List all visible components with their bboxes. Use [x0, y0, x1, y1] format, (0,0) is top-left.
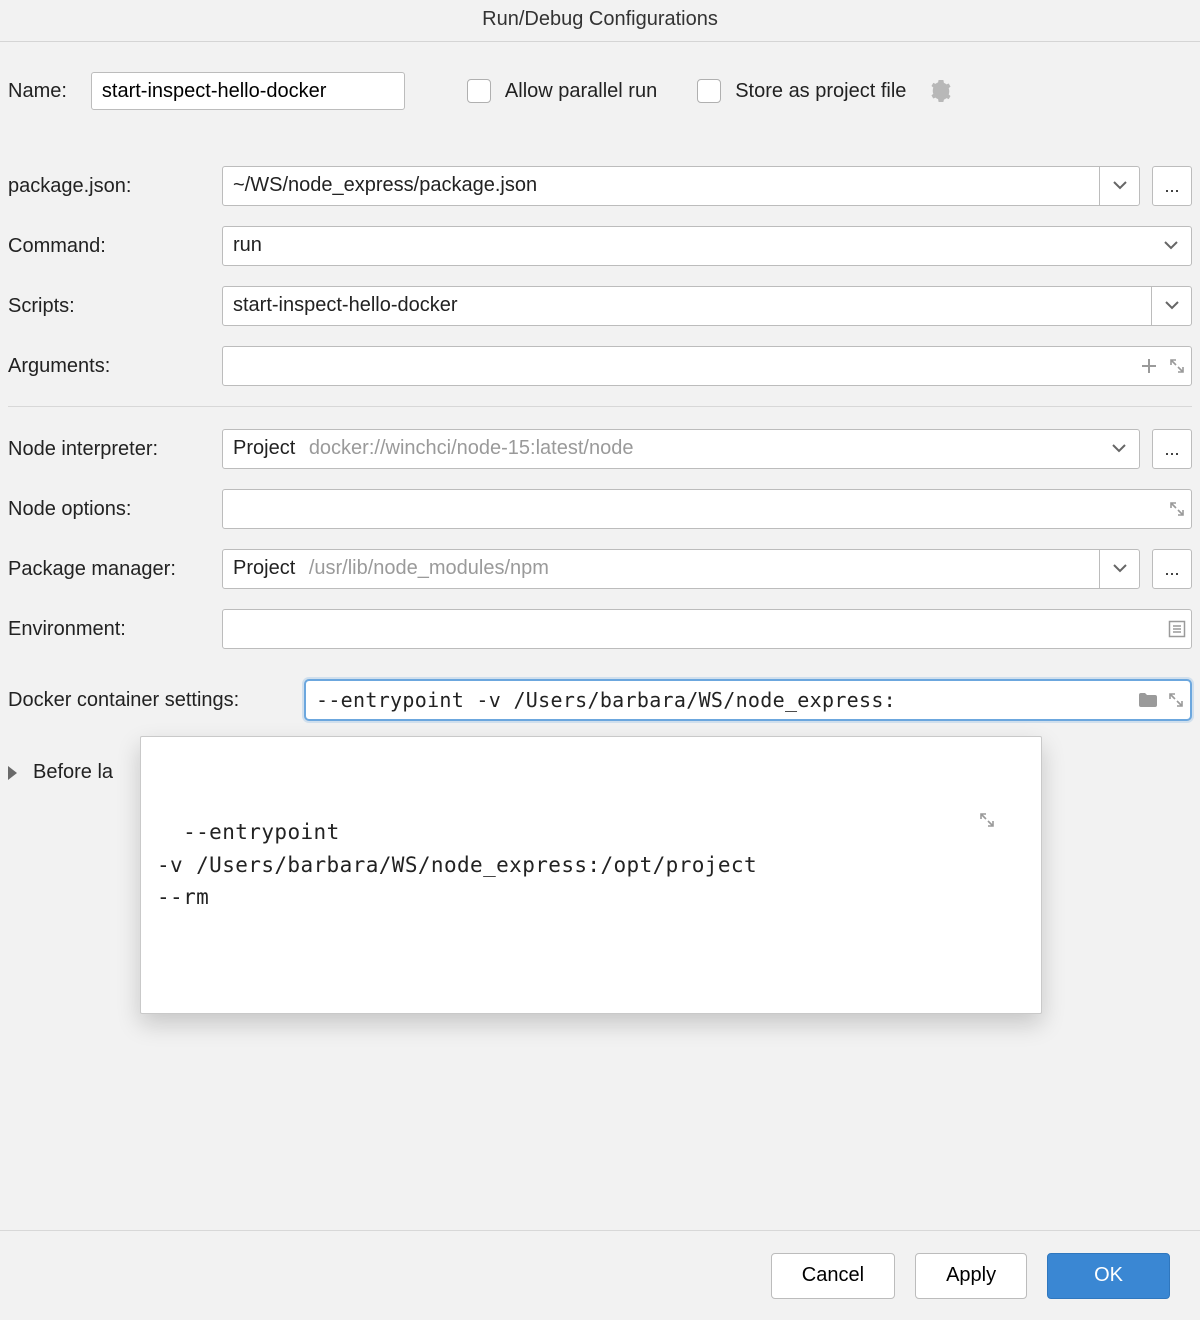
package-json-label: package.json:	[8, 175, 222, 198]
node-interpreter-browse-button[interactable]: ...	[1152, 429, 1192, 469]
package-json-value: ~/WS/node_express/package.json	[223, 167, 1099, 205]
package-manager-label: Package manager:	[8, 558, 222, 581]
chevron-down-icon[interactable]	[1099, 430, 1139, 468]
name-row: Name: Allow parallel run Store as projec…	[8, 72, 1192, 110]
allow-parallel-checkbox[interactable]	[467, 79, 491, 103]
environment-value	[223, 610, 1163, 648]
arguments-value	[223, 347, 1135, 385]
environment-label: Environment:	[8, 618, 222, 641]
before-launch-label: Before la	[33, 761, 113, 784]
expand-icon[interactable]	[1163, 347, 1191, 385]
docker-settings-label: Docker container settings:	[8, 689, 304, 712]
list-icon[interactable]	[1163, 610, 1191, 648]
chevron-down-icon[interactable]	[1151, 227, 1191, 265]
node-interpreter-value: docker://winchci/node-15:latest/node	[309, 437, 634, 459]
expand-icon[interactable]	[1162, 692, 1190, 708]
node-interpreter-prefix: Project	[233, 437, 295, 459]
node-options-label: Node options:	[8, 498, 222, 521]
chevron-down-icon[interactable]	[1151, 287, 1191, 325]
package-manager-field[interactable]: Project /usr/lib/node_modules/npm	[222, 549, 1140, 589]
name-label: Name:	[8, 80, 67, 103]
command-label: Command:	[8, 235, 222, 258]
gear-icon[interactable]	[930, 80, 952, 102]
command-field[interactable]: run	[222, 226, 1192, 266]
package-json-field[interactable]: ~/WS/node_express/package.json	[222, 166, 1140, 206]
collapse-icon[interactable]	[979, 747, 1031, 893]
store-project-label: Store as project file	[735, 80, 906, 103]
triangle-right-icon	[8, 766, 17, 780]
ok-button[interactable]: OK	[1047, 1253, 1170, 1299]
store-project-checkbox[interactable]	[697, 79, 721, 103]
expand-icon[interactable]	[1163, 490, 1191, 528]
allow-parallel-label: Allow parallel run	[505, 80, 657, 103]
dialog-title: Run/Debug Configurations	[0, 0, 1200, 42]
arguments-label: Arguments:	[8, 355, 222, 378]
docker-settings-popup: --entrypoint -v /Users/barbara/WS/node_e…	[140, 736, 1042, 1014]
dialog-footer: Cancel Apply OK	[0, 1230, 1200, 1320]
store-project-group[interactable]: Store as project file	[697, 79, 952, 103]
name-input[interactable]	[91, 72, 405, 110]
scripts-field[interactable]: start-inspect-hello-docker	[222, 286, 1192, 326]
plus-icon[interactable]	[1135, 347, 1163, 385]
scripts-label: Scripts:	[8, 295, 222, 318]
allow-parallel-group[interactable]: Allow parallel run	[467, 79, 657, 103]
chevron-down-icon[interactable]	[1099, 550, 1139, 588]
package-manager-prefix: Project	[233, 557, 295, 579]
section-divider	[8, 406, 1192, 407]
docker-settings-field[interactable]: --entrypoint -v /Users/barbara/WS/node_e…	[304, 679, 1192, 721]
chevron-down-icon[interactable]	[1099, 167, 1139, 205]
arguments-field[interactable]	[222, 346, 1192, 386]
scripts-value: start-inspect-hello-docker	[223, 287, 1151, 325]
node-interpreter-field[interactable]: Project docker://winchci/node-15:latest/…	[222, 429, 1140, 469]
node-options-value	[223, 490, 1163, 528]
node-interpreter-label: Node interpreter:	[8, 438, 222, 461]
package-manager-value: /usr/lib/node_modules/npm	[309, 557, 549, 579]
command-value: run	[223, 227, 1151, 265]
docker-settings-value: --entrypoint -v /Users/barbara/WS/node_e…	[306, 688, 1134, 712]
apply-button[interactable]: Apply	[915, 1253, 1027, 1299]
folder-icon[interactable]	[1134, 692, 1162, 708]
package-manager-browse-button[interactable]: ...	[1152, 549, 1192, 589]
docker-settings-popup-text: --entrypoint -v /Users/barbara/WS/node_e…	[157, 820, 757, 909]
environment-field[interactable]	[222, 609, 1192, 649]
cancel-button[interactable]: Cancel	[771, 1253, 895, 1299]
node-options-field[interactable]	[222, 489, 1192, 529]
package-json-browse-button[interactable]: ...	[1152, 166, 1192, 206]
